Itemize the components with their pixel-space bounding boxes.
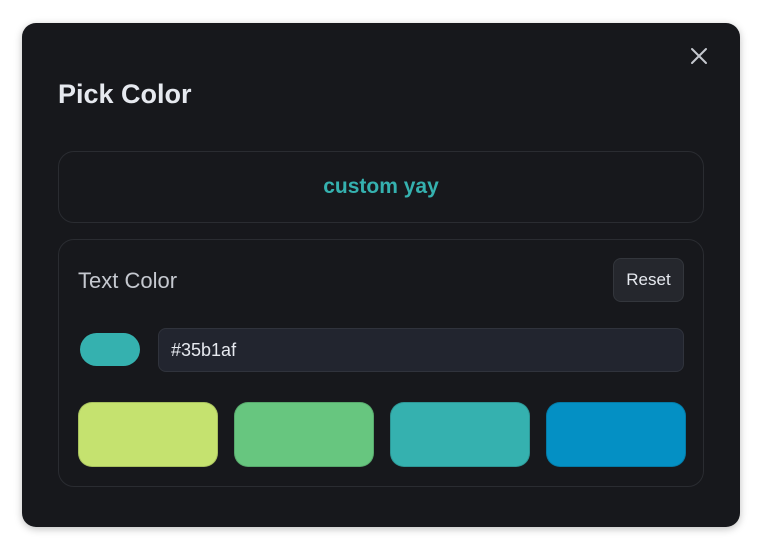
- preview-box: custom yay: [58, 151, 704, 223]
- preset-swatch-4[interactable]: [546, 402, 686, 467]
- pick-color-dialog: Pick Color custom yay Text Color Reset: [22, 23, 740, 527]
- close-icon: [691, 48, 707, 64]
- close-button[interactable]: [688, 45, 710, 67]
- reset-button[interactable]: Reset: [613, 258, 684, 302]
- current-color-swatch[interactable]: [80, 333, 140, 366]
- preset-swatch-1[interactable]: [78, 402, 218, 467]
- dialog-title: Pick Color: [58, 79, 192, 109]
- preset-swatch-3[interactable]: [390, 402, 530, 467]
- preset-swatches: [78, 402, 686, 467]
- preview-text: custom yay: [323, 175, 439, 198]
- text-color-panel: Text Color Reset: [58, 239, 704, 487]
- hex-color-input[interactable]: [158, 328, 684, 372]
- preset-swatch-2[interactable]: [234, 402, 374, 467]
- text-color-label: Text Color: [78, 268, 178, 293]
